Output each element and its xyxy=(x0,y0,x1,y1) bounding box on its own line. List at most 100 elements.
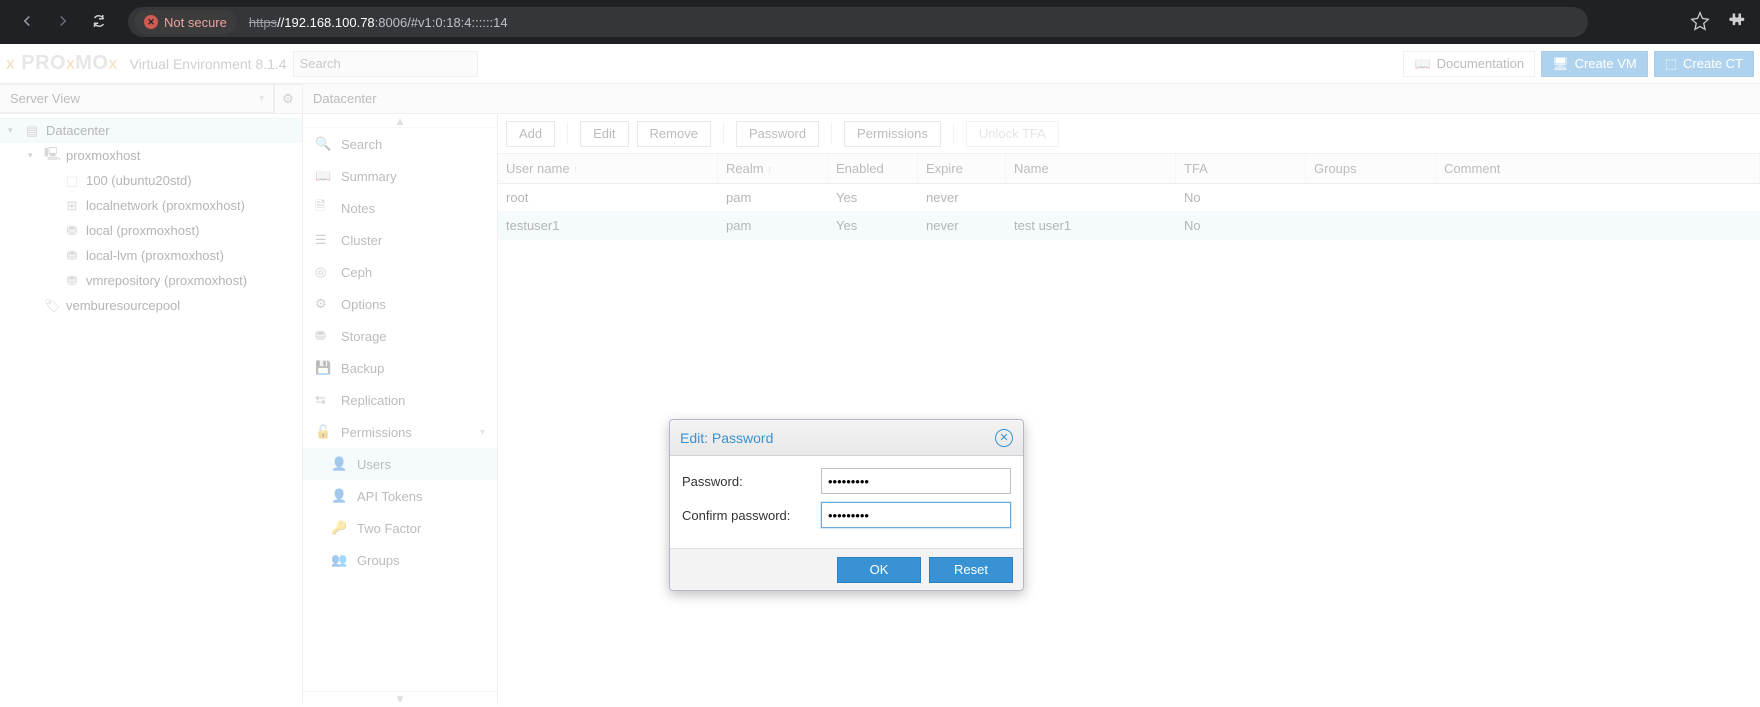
col-tfa[interactable]: TFA xyxy=(1176,154,1306,183)
edit-button[interactable]: Edit xyxy=(580,121,628,147)
search-icon: 🔍 xyxy=(315,136,331,152)
unlock-icon: 🔓 xyxy=(315,424,331,440)
user-icon: 👤 xyxy=(331,456,347,472)
users-toolbar: Add Edit Remove Password Permissions Unl… xyxy=(498,114,1760,154)
star-icon[interactable] xyxy=(1690,11,1710,34)
col-comment[interactable]: Comment xyxy=(1436,154,1760,183)
app-header: X PROXMOX Virtual Environment 8.1.4 📖 Do… xyxy=(0,44,1760,84)
close-icon[interactable]: ✕ xyxy=(995,429,1013,447)
warning-icon: ✕ xyxy=(144,15,158,29)
col-groups[interactable]: Groups xyxy=(1306,154,1436,183)
vm-icon: ⬚ xyxy=(64,173,80,189)
tree-datacenter[interactable]: ▾▤Datacenter xyxy=(0,118,302,143)
ok-button[interactable]: OK xyxy=(837,557,921,583)
table-row[interactable]: rootpamYesneverNo xyxy=(498,184,1760,212)
note-icon: 🗎 xyxy=(315,197,331,219)
server-view-selector[interactable]: Server View ▾ xyxy=(0,84,275,113)
cell-groups xyxy=(1306,212,1436,239)
password-input[interactable] xyxy=(821,468,1011,494)
proxmox-logo: X PROXMOX xyxy=(6,52,124,75)
permissions-button[interactable]: Permissions xyxy=(844,121,941,147)
global-search-input[interactable] xyxy=(293,51,478,77)
collapse-up-icon[interactable]: ▴ xyxy=(303,114,497,128)
browser-right xyxy=(1690,11,1750,34)
dialog-header[interactable]: Edit: Password ✕ xyxy=(670,420,1023,456)
nav-cluster[interactable]: ☰Cluster xyxy=(303,224,497,256)
user-icon: 👤 xyxy=(331,488,347,504)
node-icon: 🖳 xyxy=(44,145,60,167)
nav-options[interactable]: ⚙Options xyxy=(303,288,497,320)
tree-network[interactable]: ⊞localnetwork (proxmoxhost) xyxy=(0,193,302,218)
create-ct-button[interactable]: ⬚ Create CT xyxy=(1654,51,1754,77)
nav-users[interactable]: 👤Users xyxy=(303,448,497,480)
nav-replication[interactable]: ⇆Replication xyxy=(303,384,497,416)
network-icon: ⊞ xyxy=(64,198,80,214)
save-icon: 💾 xyxy=(315,360,331,376)
tree-pool[interactable]: 🏷vemburesourcepool xyxy=(0,293,302,318)
tree-vm[interactable]: ⬚100 (ubuntu20std) xyxy=(0,168,302,193)
nav-api-tokens[interactable]: 👤API Tokens xyxy=(303,480,497,512)
documentation-button[interactable]: 📖 Documentation xyxy=(1403,51,1535,77)
cell-groups xyxy=(1306,184,1436,211)
not-secure-badge[interactable]: ✕ Not secure xyxy=(134,10,237,34)
col-expire[interactable]: Expire xyxy=(918,154,1006,183)
nav-groups[interactable]: 👥Groups xyxy=(303,544,497,576)
cluster-icon: ☰ xyxy=(315,232,331,248)
cell-enabled: Yes xyxy=(828,184,918,211)
remove-button[interactable]: Remove xyxy=(637,121,711,147)
cell-comment xyxy=(1436,212,1760,239)
disk-icon: ⛃ xyxy=(64,273,80,289)
password-label: Password: xyxy=(682,474,821,489)
gear-icon: ⚙ xyxy=(315,296,331,312)
cell-tfa: No xyxy=(1176,184,1306,211)
tag-icon: 🏷 xyxy=(44,298,60,314)
cell-name: test user1 xyxy=(1006,212,1176,239)
nav-summary[interactable]: 📖Summary xyxy=(303,160,497,192)
gear-icon[interactable]: ⚙ xyxy=(273,84,303,114)
nav-search[interactable]: 🔍Search xyxy=(303,128,497,160)
cell-expire: never xyxy=(918,212,1006,239)
cell-realm: pam xyxy=(718,184,828,211)
address-bar[interactable]: ✕ Not secure https//192.168.100.78:8006/… xyxy=(128,7,1588,37)
documentation-label: Documentation xyxy=(1437,56,1524,71)
reset-button[interactable]: Reset xyxy=(929,557,1013,583)
nav-two-factor[interactable]: 🔑Two Factor xyxy=(303,512,497,544)
nav-ceph[interactable]: ◎Ceph xyxy=(303,256,497,288)
confirm-password-input[interactable] xyxy=(821,502,1011,528)
col-user[interactable]: User name↑ xyxy=(498,154,718,183)
tree-local[interactable]: ⛃local (proxmoxhost) xyxy=(0,218,302,243)
replication-icon: ⇆ xyxy=(315,392,331,408)
browser-chrome: ✕ Not secure https//192.168.100.78:8006/… xyxy=(0,0,1760,44)
reload-icon[interactable] xyxy=(90,12,108,33)
chevron-down-icon: ▾ xyxy=(480,427,485,438)
table-row[interactable]: testuser1pamYesnevertest user1No xyxy=(498,212,1760,240)
col-enabled[interactable]: Enabled xyxy=(828,154,918,183)
add-button[interactable]: Add xyxy=(506,121,555,147)
tree-vmrepository[interactable]: ⛃vmrepository (proxmoxhost) xyxy=(0,268,302,293)
tree-host[interactable]: ▾🖳proxmoxhost xyxy=(0,143,302,168)
back-icon[interactable] xyxy=(18,12,36,33)
password-button[interactable]: Password xyxy=(736,121,819,147)
col-name[interactable]: Name xyxy=(1006,154,1176,183)
col-realm[interactable]: Realm↑ xyxy=(718,154,828,183)
disk-icon: ⛃ xyxy=(315,328,331,344)
config-nav: ▴ 🔍Search 📖Summary 🗎Notes ☰Cluster ◎Ceph… xyxy=(303,114,498,705)
nav-backup[interactable]: 💾Backup xyxy=(303,352,497,384)
collapse-down-icon[interactable]: ▾ xyxy=(303,691,497,705)
unlock-tfa-button[interactable]: Unlock TFA xyxy=(966,121,1059,147)
create-vm-button[interactable]: 🖥 Create VM xyxy=(1541,51,1648,77)
nav-permissions[interactable]: 🔓Permissions▾ xyxy=(303,416,497,448)
nav-storage[interactable]: ⛃Storage xyxy=(303,320,497,352)
tree-local-lvm[interactable]: ⛃local-lvm (proxmoxhost) xyxy=(0,243,302,268)
key-icon: 🔑 xyxy=(331,520,347,536)
extensions-icon[interactable] xyxy=(1726,11,1746,34)
nav-notes[interactable]: 🗎Notes xyxy=(303,192,497,224)
forward-icon[interactable] xyxy=(54,12,72,33)
book-icon: 📖 xyxy=(315,168,331,184)
disk-icon: ⛃ xyxy=(64,223,80,239)
resource-tree: ▾▤Datacenter ▾🖳proxmoxhost ⬚100 (ubuntu2… xyxy=(0,114,302,705)
dialog-title: Edit: Password xyxy=(680,430,773,446)
cell-user: testuser1 xyxy=(498,212,718,239)
disk-icon: ⛃ xyxy=(64,248,80,264)
cell-expire: never xyxy=(918,184,1006,211)
